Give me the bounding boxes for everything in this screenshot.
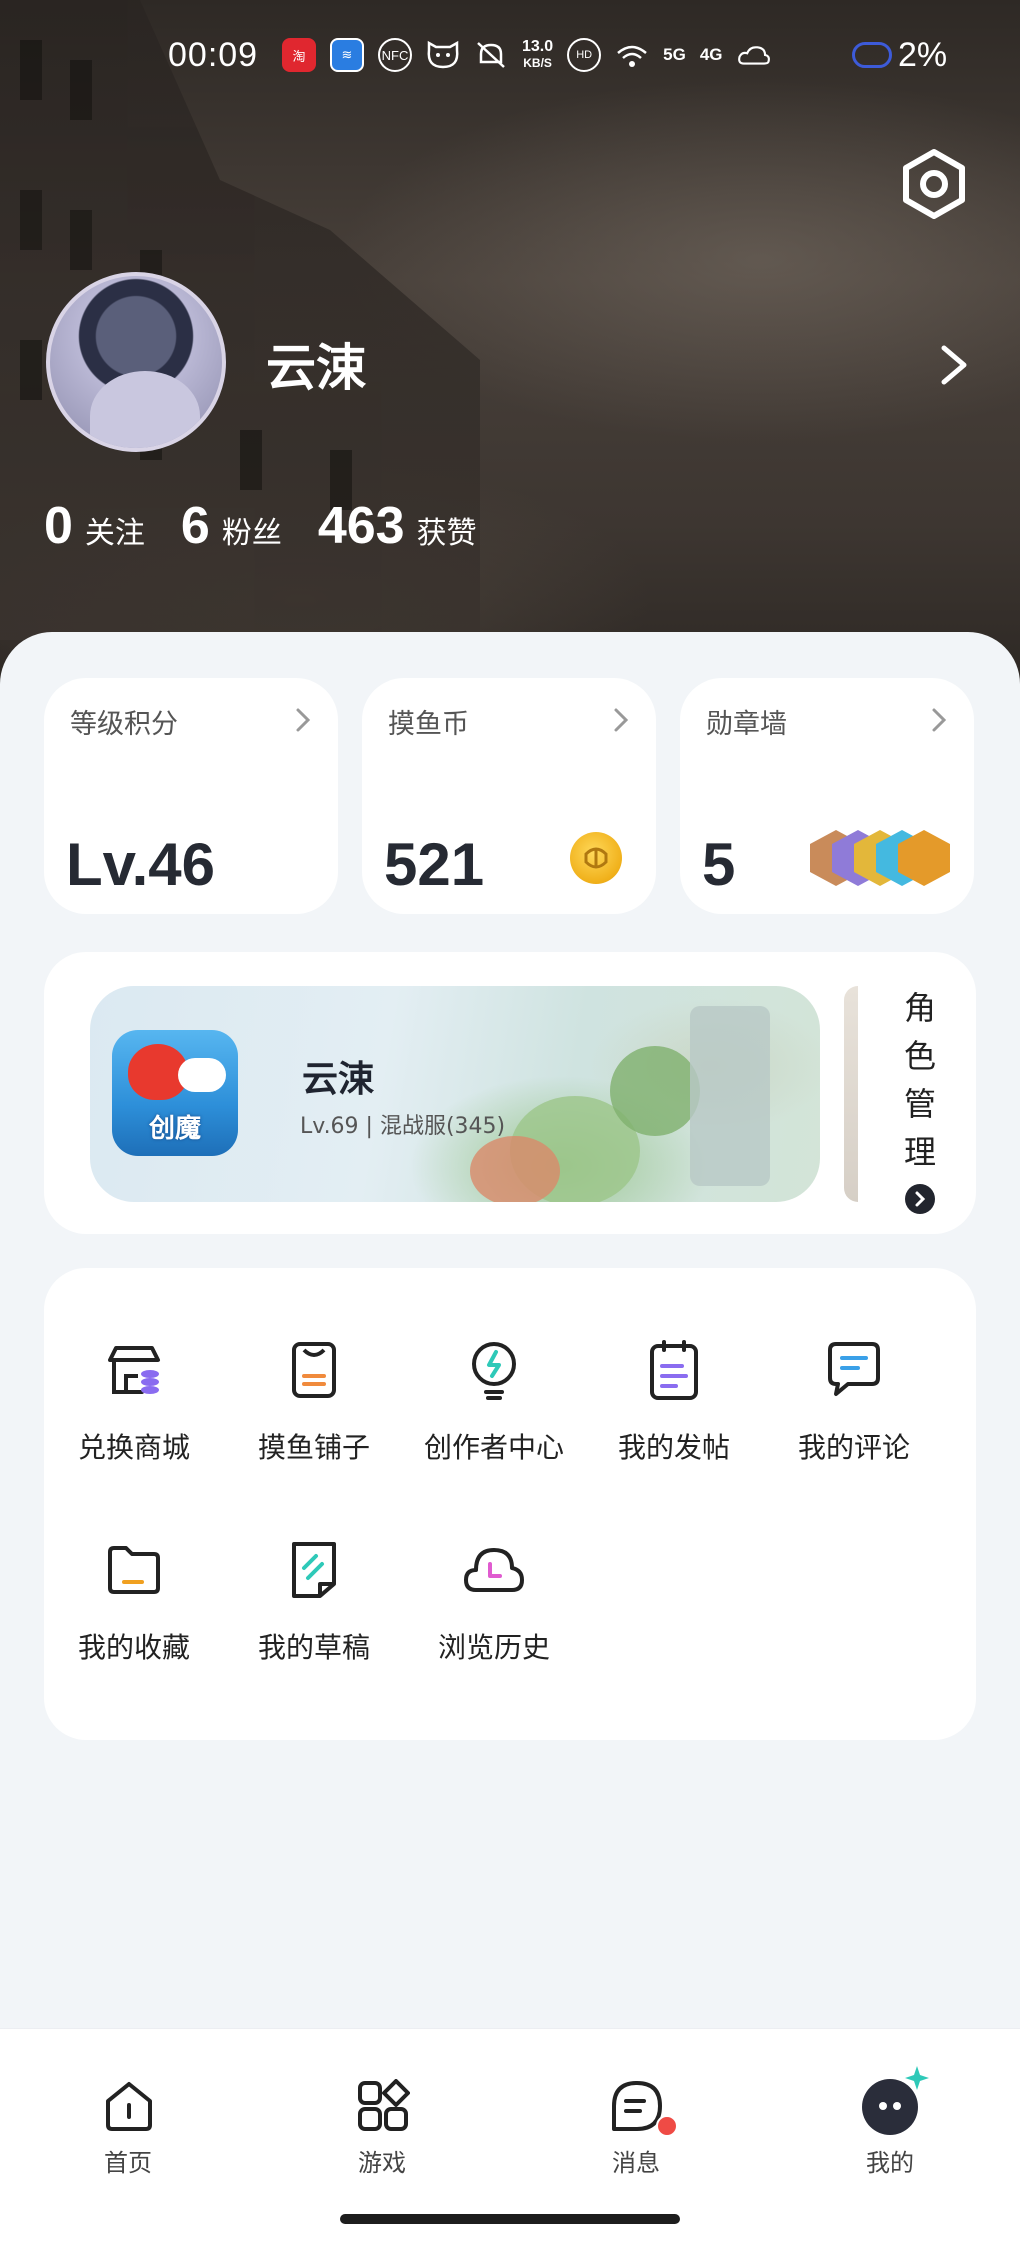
coin-value: 521 [384,831,485,898]
chevron-right-icon[interactable] [934,340,974,390]
chevron-right-icon [296,708,311,732]
nav-games[interactable]: 游戏 [312,2053,452,2177]
tile-label: 摸鱼币 [388,709,469,740]
store-icon [108,1346,160,1394]
games-grid-icon [358,2079,410,2131]
menu-my-posts[interactable]: 我的发帖 [584,1338,764,1478]
network-5g: 5G [663,45,686,64]
following-label[interactable]: 关注 [85,508,145,552]
sparkle-icon [905,2066,929,2090]
home-icon [106,2082,152,2131]
weather-icon [737,38,771,72]
avatar[interactable] [46,272,226,452]
network-speed: 13.0 KB/S [522,38,554,71]
menu-grid-card: 兑换商城 摸鱼铺子 创作者中心 我的发帖 我的评论 我的收藏 我的草稿 浏览历史 [44,1268,976,1740]
level-points-tile[interactable]: 等级积分 Lv.46 [44,678,338,914]
game-character-name: 云涑 [302,1058,375,1100]
badge-wall-tile[interactable]: 勋章墙 5 [680,678,974,914]
following-count[interactable]: 0 [44,496,73,556]
likes-count: 463 [317,497,405,555]
menu-exchange-store[interactable]: 兑换商城 [44,1338,224,1478]
nfc-icon: NFC [378,38,412,72]
battery-percent: 2% [898,36,948,74]
next-role-card-peek[interactable] [844,986,858,1202]
menu-my-drafts[interactable]: 我的草稿 [224,1538,404,1678]
menu-my-favorites[interactable]: 我的收藏 [44,1538,224,1678]
wifi-icon [615,38,649,72]
game-app-icon: 创魔 [112,1030,238,1156]
folder-icon [108,1546,160,1594]
arrow-circle-icon[interactable] [905,1184,935,1214]
history-cloud-icon [464,1548,524,1592]
profile-stats: 0 关注 6 粉丝 463 获赞 [44,496,513,556]
battery-saver-icon [852,42,892,68]
followers-label[interactable]: 粉丝 [222,508,282,552]
draft-icon [292,1542,336,1598]
profile-username: 云涑 [266,338,366,397]
tile-label: 勋章墙 [706,709,787,740]
app-notification-icon: ≋ [330,38,364,72]
menu-fish-shop[interactable]: 摸鱼铺子 [224,1338,404,1478]
menu-browse-history[interactable]: 浏览历史 [404,1538,584,1678]
game-character-level: Lv.69 | 混战服(345) [300,1114,506,1139]
badge-count: 5 [702,831,736,898]
clipboard-icon [650,1340,698,1400]
chevron-right-icon [614,708,629,732]
network-4g: 4G [699,45,723,64]
taobao-notification-icon: 淘 [282,38,316,72]
lightbulb-icon [472,1342,516,1400]
badge-icons [810,830,950,890]
nav-messages[interactable]: 消息 [566,2053,706,2177]
hd-icon: HD [567,38,602,72]
status-bar: 00:09 淘 ≋ NFC 13.0 KB/S HD 5G 4G 2% [0,28,1020,84]
fish-coin-tile[interactable]: 摸鱼币 521 [362,678,656,914]
role-management-button[interactable]: 角 色 管 理 [900,984,940,1176]
settings-gear-icon[interactable] [898,148,970,220]
status-icons: 淘 ≋ NFC 13.0 KB/S HD 5G 4G [282,38,771,72]
nav-home[interactable]: 首页 [58,2053,198,2177]
chevron-right-icon [818,1082,820,1112]
bottom-navigation: 首页 游戏 消息 我的 [0,2028,1020,2244]
coin-icon [570,832,622,884]
mute-icon [474,38,508,72]
menu-creator-center[interactable]: 创作者中心 [404,1338,584,1478]
game-role-card: 创魔 云涑 Lv.69 | 混战服(345) 角 色 管 理 [44,952,976,1234]
shop-bag-icon [292,1342,336,1398]
status-time: 00:09 [168,36,259,74]
tile-label: 等级积分 [70,709,178,740]
likes-label: 获赞 [416,516,477,551]
comment-icon [828,1342,880,1396]
menu-my-comments[interactable]: 我的评论 [764,1338,944,1478]
chevron-right-icon [932,708,947,732]
cat-app-icon [426,38,460,72]
game-banner[interactable]: 创魔 云涑 Lv.69 | 混战服(345) [90,986,820,1202]
notification-dot [656,2115,678,2137]
followers-count[interactable]: 6 [181,496,210,556]
level-value: Lv.46 [66,831,215,898]
home-indicator[interactable] [340,2214,680,2224]
nav-me[interactable]: 我的 [820,2053,960,2177]
